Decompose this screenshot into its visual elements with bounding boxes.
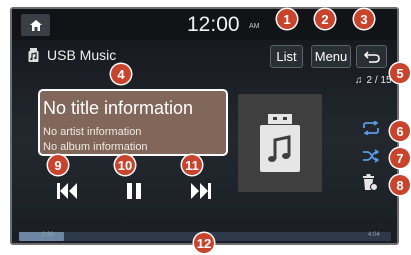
music-note-icon: ♫ [355,75,363,86]
source-label: USB Music [28,47,116,63]
track-counter-text: 2 / 15 [366,75,392,86]
home-icon [29,19,42,31]
callout-7: 7 [390,148,410,168]
back-button[interactable] [356,45,387,68]
shuffle-icon [363,149,380,163]
track-counter: ♫ 2 / 15 [355,75,392,86]
elapsed-time: 0:30 [42,232,54,238]
source-name: USB Music [47,47,117,63]
callout-1: 1 [277,9,297,29]
total-time: 4:04 [368,232,380,238]
callout-12: 12 [194,233,214,253]
usb-music-icon [28,48,39,62]
skip-forward-icon [191,183,211,199]
back-arrow-icon [363,50,380,63]
repeat-button[interactable] [362,121,380,135]
list-button[interactable]: List [270,45,303,68]
home-button[interactable] [21,14,50,36]
clock: 12:00 [187,13,240,36]
previous-track-button[interactable] [50,179,84,203]
callout-5: 5 [390,63,410,83]
pause-button[interactable] [117,179,151,203]
callout-10: 10 [115,155,135,175]
status-bar: 12:00 AM [12,9,397,40]
callout-11: 11 [182,155,202,175]
next-track-button[interactable] [184,179,218,203]
song-info-panel[interactable]: No title information No artist informati… [38,89,228,156]
infotainment-screen: 12:00 AM USB Music List Menu ♫ 2 / 15 No… [10,7,399,245]
album-name: No album information [43,141,148,153]
trash-icon [363,174,378,191]
artist-name: No artist information [43,126,142,138]
callout-3: 3 [354,9,374,29]
callout-2: 2 [315,9,335,29]
shuffle-button[interactable] [362,149,380,163]
callout-8: 8 [390,175,410,195]
song-title: No title information [43,98,194,118]
ampm-indicator: AM [249,23,260,30]
pause-icon [127,183,141,199]
callout-4: 4 [111,64,131,84]
repeat-icon [363,121,379,135]
callout-6: 6 [390,121,410,141]
usb-music-artwork-icon [260,114,300,172]
delete-button[interactable] [362,174,378,191]
album-art [238,94,322,192]
menu-button[interactable]: Menu [311,45,351,68]
callout-9: 9 [48,155,68,175]
skip-back-icon [57,183,77,199]
